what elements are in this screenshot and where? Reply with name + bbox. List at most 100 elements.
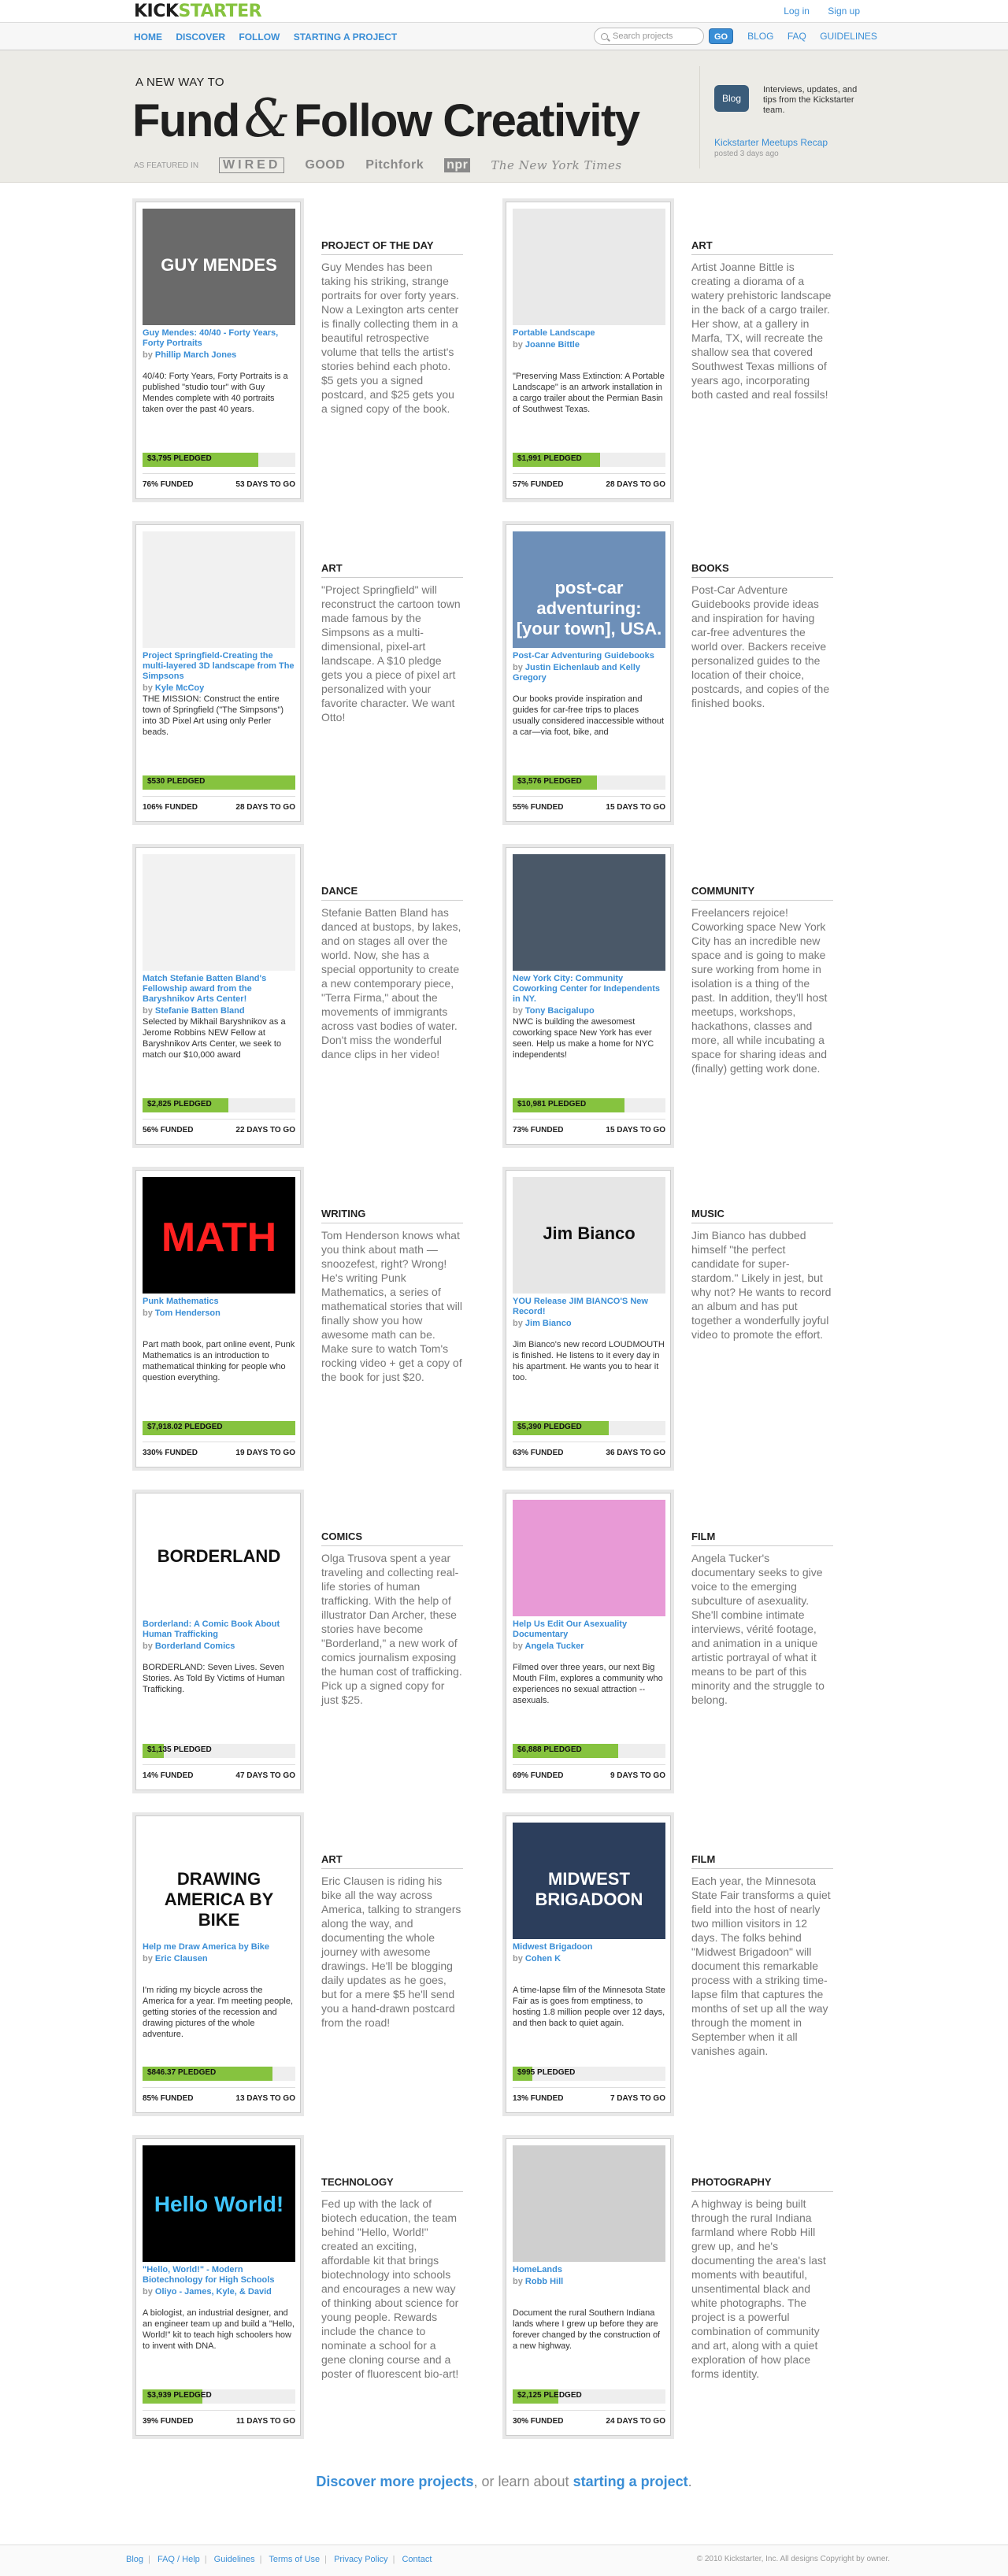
footer-privacy-link[interactable]: Privacy Policy — [334, 2555, 387, 2564]
login-link[interactable]: Log in — [784, 6, 810, 17]
project-thumbnail[interactable] — [513, 1500, 665, 1616]
project-blurb-text: Jim Bianco has dubbed himself "the perfe… — [691, 1229, 832, 1341]
project-description: BORDERLAND: Seven Lives. Seven Stories. … — [143, 1663, 285, 1694]
funding-progress-bar: $6,888 PLEDGED — [513, 1744, 665, 1758]
thumbnail-caption: post-car adventuring: [your town], USA. — [516, 578, 662, 639]
primary-nav: HOME DISCOVER FOLLOW STARTING A PROJECT — [134, 31, 408, 43]
kickstarter-logo[interactable]: KICKSTARTER — [134, 2, 262, 21]
footer-guidelines-link[interactable]: Guidelines — [214, 2555, 255, 2564]
project-title-link[interactable]: Portable Landscape — [513, 328, 595, 338]
project-creator-link[interactable]: Kyle McCoy — [155, 683, 204, 693]
project-creator-link[interactable]: Borderland Comics — [155, 1641, 235, 1651]
project-creator-link[interactable]: Eric Clausen — [155, 1954, 208, 1963]
thumbnail-caption: BORDERLAND — [157, 1546, 281, 1567]
funded-percent: 330% FUNDED — [143, 1449, 198, 1457]
project-card[interactable]: Match Stefanie Batten Bland's Fellowship… — [135, 847, 301, 1145]
project-thumbnail[interactable]: MATH — [143, 1177, 295, 1294]
pledged-amount: $3,795 PLEDGED — [147, 454, 212, 463]
hero-banner: A NEW WAY TO Fund& Follow Creativity AS F… — [0, 50, 1008, 183]
project-thumbnail[interactable]: BORDERLAND — [143, 1500, 295, 1616]
project-card[interactable]: Help Us Edit Our Asexuality Documentary b… — [506, 1493, 671, 1790]
pledged-amount: $2,125 PLEDGED — [517, 2391, 582, 2400]
funding-progress-bar: $995 PLEDGED — [513, 2067, 665, 2081]
nav-guidelines[interactable]: GUIDELINES — [820, 31, 877, 42]
pledged-amount: $1,991 PLEDGED — [517, 454, 582, 463]
project-creator-link[interactable]: Jim Bianco — [525, 1319, 572, 1328]
project-creator-link[interactable]: Tom Henderson — [155, 1308, 220, 1318]
project-creator-link[interactable]: Angela Tucker — [525, 1641, 584, 1651]
footer-contact-link[interactable]: Contact — [402, 2555, 432, 2564]
project-creator-link[interactable]: Phillip March Jones — [155, 350, 236, 360]
project-card[interactable]: Project Springfield-Creating the multi-l… — [135, 524, 301, 822]
project-card[interactable]: New York City: Community Coworking Cente… — [506, 847, 671, 1145]
search-go-button[interactable]: GO — [709, 28, 734, 44]
footer-terms-link[interactable]: Terms of Use — [269, 2555, 320, 2564]
nav-faq[interactable]: FAQ — [788, 31, 806, 42]
project-card[interactable]: DRAWING AMERICA BY BIKE Help me Draw Amer… — [135, 1815, 301, 2113]
hero-tagline: A NEW WAY TO — [135, 76, 224, 89]
starting-project-link[interactable]: starting a project — [573, 2474, 688, 2489]
project-blurb-text: Eric Clausen is riding his bike all the … — [321, 1875, 461, 2029]
project-title-link[interactable]: HomeLands — [513, 2265, 562, 2274]
project-thumbnail[interactable]: post-car adventuring: [your town], USA. — [513, 531, 665, 648]
project-description: Our books provide inspiration and guides… — [513, 694, 664, 737]
project-creator-link[interactable]: Cohen K — [525, 1954, 561, 1963]
project-creator-link[interactable]: Tony Bacigalupo — [525, 1006, 595, 1016]
project-thumbnail[interactable]: GUY MENDES — [143, 209, 295, 325]
project-title-link[interactable]: Project Springfield-Creating the multi-l… — [143, 651, 295, 681]
project-creator-link[interactable]: Oliyo - James, Kyle, & David — [155, 2287, 272, 2297]
funded-percent: 55% FUNDED — [513, 803, 564, 812]
pledged-amount: $3,939 PLEDGED — [147, 2391, 212, 2400]
blog-badge[interactable]: Blog — [714, 85, 749, 112]
nav-follow[interactable]: FOLLOW — [239, 31, 280, 43]
project-title-link[interactable]: Midwest Brigadoon — [513, 1942, 592, 1952]
project-card[interactable]: Portable Landscape by Joanne Bittle "Prese… — [506, 202, 671, 499]
project-card[interactable]: MIDWEST BRIGADOON Midwest Brigadoon by Coh… — [506, 1815, 671, 2113]
project-title-link[interactable]: "Hello, World!" - Modern Biotechnology f… — [143, 2265, 274, 2285]
project-title-link[interactable]: Match Stefanie Batten Bland's Fellowship… — [143, 974, 266, 1004]
project-creator-link[interactable]: Justin Eichenlaub and Kelly Gregory — [513, 663, 640, 683]
project-category: FILM — [691, 1530, 833, 1546]
thumbnail-caption: MATH — [161, 1215, 277, 1261]
nav-blog[interactable]: BLOG — [747, 31, 773, 42]
project-thumbnail[interactable]: DRAWING AMERICA BY BIKE — [143, 1823, 295, 1939]
project-creator-link[interactable]: Joanne Bittle — [525, 340, 580, 350]
footer-faq-link[interactable]: FAQ / Help — [158, 2555, 200, 2564]
project-creator-link[interactable]: Robb Hill — [525, 2277, 563, 2286]
search-input[interactable]: Search projects — [594, 28, 704, 45]
nav-starting-a-project[interactable]: STARTING A PROJECT — [294, 31, 398, 43]
footer-blog-link[interactable]: Blog — [126, 2555, 143, 2564]
blog-post-link[interactable]: Kickstarter Meetups Recap — [714, 137, 828, 148]
project-card[interactable]: MATH Punk Mathematics by Tom Henderson Part… — [135, 1170, 301, 1468]
project-title-link[interactable]: Help Us Edit Our Asexuality Documentary — [513, 1619, 627, 1639]
top-bar: KICKSTARTER Log in Sign up — [0, 0, 1008, 22]
project-thumbnail[interactable] — [143, 854, 295, 971]
nav-home[interactable]: HOME — [134, 31, 162, 43]
project-thumbnail[interactable] — [513, 2145, 665, 2262]
project-thumbnail[interactable]: Hello World! — [143, 2145, 295, 2262]
project-thumbnail[interactable]: Jim Bianco — [513, 1177, 665, 1294]
project-creator-link[interactable]: Stefanie Batten Bland — [155, 1006, 245, 1016]
project-title-link[interactable]: New York City: Community Coworking Cente… — [513, 974, 660, 1004]
signup-link[interactable]: Sign up — [828, 6, 860, 17]
project-card[interactable]: Jim Bianco YOU Release JIM BIANCO'S New R… — [506, 1170, 671, 1468]
project-thumbnail[interactable] — [143, 531, 295, 648]
project-thumbnail[interactable] — [513, 854, 665, 971]
funded-percent: 85% FUNDED — [143, 2094, 194, 2103]
project-title-link[interactable]: YOU Release JIM BIANCO'S New Record! — [513, 1297, 648, 1316]
project-title-link[interactable]: Guy Mendes: 40/40 - Forty Years, Forty P… — [143, 328, 278, 348]
project-card[interactable]: BORDERLAND Borderland: A Comic Book About… — [135, 1493, 301, 1790]
project-card[interactable]: GUY MENDES Guy Mendes: 40/40 - Forty Year… — [135, 202, 301, 499]
project-title-link[interactable]: Punk Mathematics — [143, 1297, 219, 1306]
project-card[interactable]: HomeLands by Robb Hill Document the rural … — [506, 2138, 671, 2436]
project-title-link[interactable]: Help me Draw America by Bike — [143, 1942, 269, 1952]
nav-discover[interactable]: DISCOVER — [176, 31, 225, 43]
project-thumbnail[interactable] — [513, 209, 665, 325]
discover-more-link[interactable]: Discover more projects — [316, 2474, 473, 2489]
project-title-link[interactable]: Borderland: A Comic Book About Human Tra… — [143, 1619, 280, 1639]
project-card[interactable]: Hello World! "Hello, World!" - Modern Bio… — [135, 2138, 301, 2436]
project-card[interactable]: post-car adventuring: [your town], USA. P… — [506, 524, 671, 822]
project-thumbnail[interactable]: MIDWEST BRIGADOON — [513, 1823, 665, 1939]
blog-post-date: posted 3 days ago — [714, 150, 779, 158]
project-title-link[interactable]: Post-Car Adventuring Guidebooks — [513, 651, 654, 661]
